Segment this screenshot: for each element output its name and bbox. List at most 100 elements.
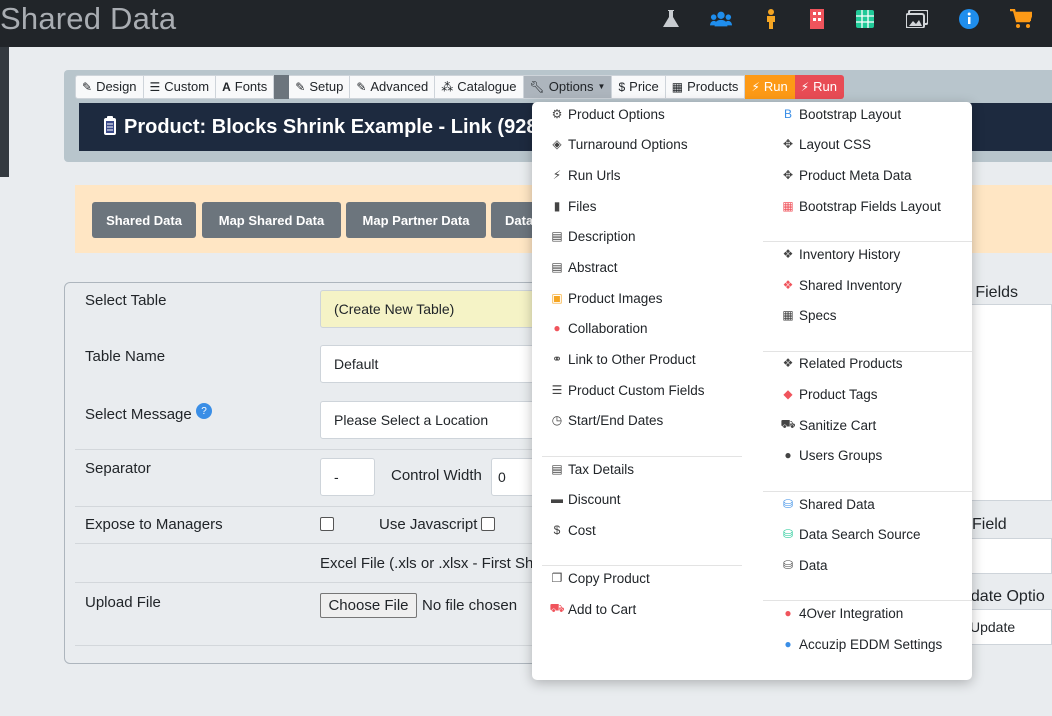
building-icon[interactable] bbox=[806, 8, 828, 30]
catalogue-button[interactable]: ⁂ Catalogue bbox=[435, 75, 524, 99]
product-tags-icon: ◆ bbox=[783, 387, 793, 401]
menu-item-label: Sanitize Cart bbox=[799, 417, 877, 433]
edit-icon: ✎ bbox=[295, 80, 306, 94]
menu-item-start-end-dates[interactable]: ◷ Start/End Dates bbox=[549, 408, 664, 432]
menu-item-shared-data[interactable]: ⛁ Shared Data bbox=[780, 492, 875, 516]
description-icon: ▤ bbox=[551, 229, 563, 243]
no-file-chosen-text: No file chosen bbox=[422, 597, 518, 614]
info-icon[interactable] bbox=[958, 8, 980, 30]
upload-file-label: Upload File bbox=[85, 594, 161, 611]
dollar-icon: $ bbox=[618, 80, 626, 94]
table-name-input[interactable]: Default bbox=[320, 345, 550, 383]
divider bbox=[75, 543, 604, 544]
flask-icon[interactable] bbox=[660, 8, 682, 30]
menu-item-inventory-history[interactable]: ❖ Inventory History bbox=[780, 242, 901, 266]
expose-to-managers-checkbox[interactable] bbox=[320, 517, 334, 531]
menu-item-abstract[interactable]: ▤ Abstract bbox=[549, 255, 617, 279]
expose-to-managers-label: Expose to Managers bbox=[85, 516, 223, 533]
separator-label: Separator bbox=[85, 460, 151, 477]
inventory-history-icon: ❖ bbox=[782, 247, 794, 261]
menu-item-label: Bootstrap Layout bbox=[799, 106, 902, 122]
options-dropdown-toggle[interactable]: 🔧︎ Options ▼ bbox=[523, 75, 613, 99]
menu-item-collaboration[interactable]: ● Collaboration bbox=[549, 316, 647, 340]
menu-item-label: Users Groups bbox=[799, 447, 883, 463]
menu-item-accuzip-eddm-settings[interactable]: ● Accuzip EDDM Settings bbox=[780, 632, 942, 656]
tax-details-icon: ▤ bbox=[551, 462, 563, 476]
wrench-icon: 🔧︎ bbox=[529, 80, 545, 94]
menu-item-specs[interactable]: ▦ Specs bbox=[780, 303, 836, 327]
menu-item-run-urls[interactable]: ⚡ Run Urls bbox=[549, 163, 621, 187]
menu-item-users-groups[interactable]: ● Users Groups bbox=[780, 443, 882, 467]
menu-item-label: 4Over Integration bbox=[799, 605, 904, 621]
menu-item-label: Shared Data bbox=[799, 496, 875, 512]
advanced-button[interactable]: ✎ Advanced bbox=[350, 75, 436, 99]
menu-item-label: Data Search Source bbox=[799, 526, 921, 542]
menu-item-link-to-other-product[interactable]: ⚭ Link to Other Product bbox=[549, 347, 696, 371]
related-products-icon: ❖ bbox=[782, 356, 794, 370]
cart-icon[interactable] bbox=[1010, 8, 1032, 30]
setup-button[interactable]: ✎ Setup bbox=[289, 75, 351, 99]
fonts-button[interactable]: A Fonts bbox=[216, 75, 275, 99]
page-title: Product: Blocks Shrink Example - Link (9… bbox=[124, 116, 549, 138]
excel-file-note: Excel File (.xls or .xlsx - First Sh bbox=[320, 555, 534, 572]
menu-item-product-custom-fields[interactable]: ☰ Product Custom Fields bbox=[549, 378, 705, 402]
data-search-source-icon: ⛁ bbox=[782, 527, 794, 541]
menu-item-tax-details[interactable]: ▤ Tax Details bbox=[549, 457, 634, 481]
menu-item-sanitize-cart[interactable]: ⛟ Sanitize Cart bbox=[780, 413, 876, 437]
menu-item-copy-product[interactable]: ❐ Copy Product bbox=[549, 566, 650, 590]
choose-file-button[interactable]: Choose File bbox=[320, 593, 417, 618]
menu-item-product-tags[interactable]: ◆ Product Tags bbox=[780, 382, 877, 406]
use-javascript-checkbox[interactable] bbox=[481, 517, 495, 531]
menu-item-label: Discount bbox=[568, 491, 621, 507]
menu-item-bootstrap-fields-layout[interactable]: ▦ Bootstrap Fields Layout bbox=[780, 194, 941, 218]
menu-item-data-search-source[interactable]: ⛁ Data Search Source bbox=[780, 522, 921, 546]
person-icon[interactable] bbox=[760, 8, 782, 30]
select-table-select[interactable]: (Create New Table) bbox=[320, 290, 550, 328]
update-option-heading-fragment: pdate Optio bbox=[962, 588, 1045, 605]
bootstrap-layout-icon: B bbox=[783, 107, 792, 121]
menu-item-data[interactable]: ⛁ Data bbox=[780, 553, 828, 577]
separator-input[interactable]: - bbox=[320, 458, 375, 496]
update-select-value: Update bbox=[970, 619, 1016, 635]
table-icon: ▦ bbox=[671, 80, 684, 94]
menu-item-files[interactable]: ▮ Files bbox=[549, 194, 597, 218]
menu-item-product-meta-data[interactable]: ✥ Product Meta Data bbox=[780, 163, 912, 187]
run-button-orange[interactable]: ⚡ Run bbox=[745, 75, 795, 99]
tab-map-shared-data[interactable]: Map Shared Data bbox=[202, 202, 341, 238]
discount-icon: ▬ bbox=[551, 492, 563, 506]
top-navbar: Shared Data bbox=[0, 0, 1052, 47]
design-button[interactable]: ✎ Design bbox=[75, 75, 144, 99]
menu-item-cost[interactable]: $ Cost bbox=[549, 518, 596, 542]
select-table-label: Select Table bbox=[85, 292, 167, 309]
tab-map-partner-data[interactable]: Map Partner Data bbox=[346, 202, 486, 238]
menu-item-shared-inventory[interactable]: ❖ Shared Inventory bbox=[780, 273, 902, 297]
menu-item-related-products[interactable]: ❖ Related Products bbox=[780, 351, 903, 375]
caret-down-icon: ▼ bbox=[597, 82, 606, 91]
users-groups-icon: ● bbox=[784, 448, 792, 462]
help-icon[interactable]: ? bbox=[196, 403, 212, 419]
product-meta-data-icon: ✥ bbox=[782, 168, 794, 182]
users-icon[interactable] bbox=[710, 8, 732, 30]
menu-item-bootstrap-layout[interactable]: B Bootstrap Layout bbox=[780, 102, 901, 126]
menu-item-turnaround-options[interactable]: ◈ Turnaround Options bbox=[549, 132, 687, 156]
divider bbox=[75, 645, 604, 646]
tab-data[interactable]: Data bbox=[491, 202, 536, 238]
select-message-select[interactable]: Please Select a Location bbox=[320, 401, 550, 439]
table-icon[interactable] bbox=[854, 8, 876, 30]
menu-item-product-options[interactable]: ⚙ Product Options bbox=[549, 102, 665, 126]
edit-icon: ✎ bbox=[356, 80, 367, 94]
collaboration-icon: ● bbox=[553, 321, 561, 335]
menu-item-label: Related Products bbox=[799, 355, 903, 371]
menu-item-add-to-cart[interactable]: ⛟ Add to Cart bbox=[549, 597, 636, 621]
menu-item-discount[interactable]: ▬ Discount bbox=[549, 487, 621, 511]
tab-shared-data[interactable]: Shared Data bbox=[92, 202, 196, 238]
menu-item-product-images[interactable]: ▣ Product Images bbox=[549, 286, 662, 310]
price-button[interactable]: $ Price bbox=[612, 75, 666, 99]
products-button[interactable]: ▦ Products bbox=[665, 75, 746, 99]
custom-button[interactable]: ☰ Custom bbox=[143, 75, 217, 99]
menu-item-4over-integration[interactable]: ● 4Over Integration bbox=[780, 601, 903, 625]
images-icon[interactable] bbox=[906, 8, 928, 30]
run-button-red[interactable]: ⚡ Run bbox=[794, 75, 845, 99]
menu-item-layout-css[interactable]: ✥ Layout CSS bbox=[780, 132, 871, 156]
menu-item-description[interactable]: ▤ Description bbox=[549, 224, 635, 248]
